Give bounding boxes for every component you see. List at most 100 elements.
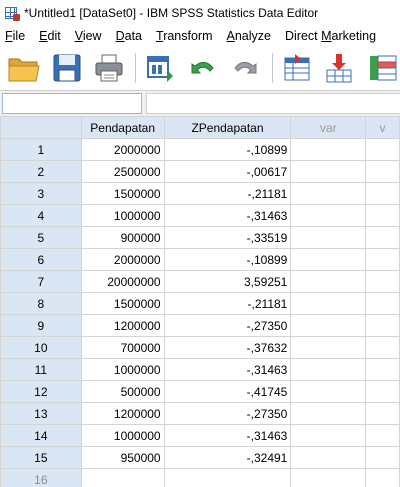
cell-var[interactable] bbox=[290, 248, 367, 271]
cell-pendapatan[interactable]: 1200000 bbox=[80, 402, 165, 425]
cell-var[interactable] bbox=[365, 424, 400, 447]
cell-var[interactable] bbox=[290, 314, 367, 337]
cell-pendapatan[interactable]: 2500000 bbox=[80, 160, 165, 183]
cell-zpendapatan[interactable]: -,27350 bbox=[163, 314, 292, 337]
recall-dialog-icon[interactable] bbox=[142, 49, 178, 87]
row-number[interactable]: 16 bbox=[0, 468, 82, 487]
cell-var[interactable] bbox=[365, 380, 400, 403]
grid-corner[interactable] bbox=[0, 116, 82, 139]
cell-var[interactable] bbox=[290, 226, 367, 249]
menu-data[interactable]: Data bbox=[111, 29, 151, 43]
cell-var[interactable] bbox=[365, 160, 400, 183]
cell-zpendapatan[interactable]: -,32491 bbox=[163, 446, 292, 469]
redo-icon[interactable] bbox=[227, 49, 263, 87]
goto-variable-icon[interactable] bbox=[321, 49, 357, 87]
cell-zpendapatan[interactable]: 3,59251 bbox=[163, 270, 292, 293]
cell-var[interactable] bbox=[365, 138, 400, 161]
cell-var[interactable] bbox=[290, 468, 367, 487]
cell-var[interactable] bbox=[365, 270, 400, 293]
row-number[interactable]: 6 bbox=[0, 248, 82, 271]
cell-pendapatan[interactable]: 1000000 bbox=[80, 424, 165, 447]
cell-var[interactable] bbox=[290, 380, 367, 403]
cell-var[interactable] bbox=[290, 138, 367, 161]
row-number[interactable]: 1 bbox=[0, 138, 82, 161]
cell-zpendapatan[interactable]: -,31463 bbox=[163, 204, 292, 227]
cell-zpendapatan[interactable]: -,31463 bbox=[163, 358, 292, 381]
cell-pendapatan[interactable]: 1200000 bbox=[80, 314, 165, 337]
cell-pendapatan[interactable]: 700000 bbox=[80, 336, 165, 359]
row-number[interactable]: 9 bbox=[0, 314, 82, 337]
row-number[interactable]: 4 bbox=[0, 204, 82, 227]
cell-pendapatan[interactable]: 1000000 bbox=[80, 204, 165, 227]
row-number[interactable]: 11 bbox=[0, 358, 82, 381]
cell-reference-box[interactable] bbox=[2, 93, 142, 114]
cell-var[interactable] bbox=[290, 336, 367, 359]
cell-var[interactable] bbox=[290, 424, 367, 447]
row-number[interactable]: 2 bbox=[0, 160, 82, 183]
cell-var[interactable] bbox=[290, 292, 367, 315]
cell-zpendapatan[interactable]: -,21181 bbox=[163, 292, 292, 315]
cell-pendapatan[interactable]: 2000000 bbox=[80, 248, 165, 271]
column-header-var[interactable]: var bbox=[290, 116, 367, 139]
cell-var[interactable] bbox=[290, 402, 367, 425]
cell-pendapatan[interactable]: 950000 bbox=[80, 446, 165, 469]
cell-zpendapatan[interactable]: -,00617 bbox=[163, 160, 292, 183]
goto-case-icon[interactable] bbox=[279, 49, 315, 87]
cell-zpendapatan[interactable]: -,10899 bbox=[163, 138, 292, 161]
save-icon[interactable] bbox=[48, 49, 84, 87]
row-number[interactable]: 3 bbox=[0, 182, 82, 205]
cell-pendapatan[interactable]: 900000 bbox=[80, 226, 165, 249]
cell-var[interactable] bbox=[290, 446, 367, 469]
cell-var[interactable] bbox=[365, 248, 400, 271]
column-header-pendapatan[interactable]: Pendapatan bbox=[80, 116, 165, 139]
cell-var[interactable] bbox=[290, 204, 367, 227]
column-header-zpendapatan[interactable]: ZPendapatan bbox=[163, 116, 292, 139]
cell-pendapatan[interactable]: 1500000 bbox=[80, 292, 165, 315]
cell-pendapatan[interactable]: 2000000 bbox=[80, 138, 165, 161]
row-number[interactable]: 8 bbox=[0, 292, 82, 315]
cell-var[interactable] bbox=[290, 270, 367, 293]
row-number[interactable]: 7 bbox=[0, 270, 82, 293]
row-number[interactable]: 13 bbox=[0, 402, 82, 425]
menu-view[interactable]: View bbox=[70, 29, 111, 43]
cell-zpendapatan[interactable]: -,10899 bbox=[163, 248, 292, 271]
cell-zpendapatan[interactable]: -,41745 bbox=[163, 380, 292, 403]
cell-zpendapatan[interactable]: -,21181 bbox=[163, 182, 292, 205]
menu-edit[interactable]: Edit bbox=[34, 29, 70, 43]
cell-var[interactable] bbox=[365, 336, 400, 359]
cell-var[interactable] bbox=[290, 182, 367, 205]
cell-zpendapatan[interactable] bbox=[163, 468, 292, 487]
cell-var[interactable] bbox=[365, 204, 400, 227]
open-folder-icon[interactable] bbox=[6, 49, 42, 87]
row-number[interactable]: 10 bbox=[0, 336, 82, 359]
column-header-var-partial[interactable]: v bbox=[365, 116, 400, 139]
cell-pendapatan[interactable] bbox=[80, 468, 165, 487]
cell-var[interactable] bbox=[365, 314, 400, 337]
cell-var[interactable] bbox=[290, 160, 367, 183]
cell-pendapatan[interactable]: 1500000 bbox=[80, 182, 165, 205]
cell-var[interactable] bbox=[365, 468, 400, 487]
cell-zpendapatan[interactable]: -,33519 bbox=[163, 226, 292, 249]
cell-var[interactable] bbox=[365, 226, 400, 249]
menu-analyze[interactable]: Analyze bbox=[222, 29, 280, 43]
cell-zpendapatan[interactable]: -,37632 bbox=[163, 336, 292, 359]
cell-var[interactable] bbox=[365, 446, 400, 469]
row-number[interactable]: 15 bbox=[0, 446, 82, 469]
cell-pendapatan[interactable]: 1000000 bbox=[80, 358, 165, 381]
row-number[interactable]: 5 bbox=[0, 226, 82, 249]
cell-var[interactable] bbox=[365, 358, 400, 381]
menu-direct-marketing[interactable]: Direct Marketing bbox=[280, 29, 385, 43]
cell-var[interactable] bbox=[365, 402, 400, 425]
cell-zpendapatan[interactable]: -,27350 bbox=[163, 402, 292, 425]
row-number[interactable]: 12 bbox=[0, 380, 82, 403]
cell-var[interactable] bbox=[365, 182, 400, 205]
cell-var[interactable] bbox=[365, 292, 400, 315]
menu-file[interactable]: File bbox=[0, 29, 34, 43]
row-number[interactable]: 14 bbox=[0, 424, 82, 447]
print-icon[interactable] bbox=[91, 49, 127, 87]
cell-value-editor[interactable] bbox=[146, 93, 400, 114]
undo-icon[interactable] bbox=[185, 49, 221, 87]
variables-icon[interactable] bbox=[364, 49, 400, 87]
cell-pendapatan[interactable]: 500000 bbox=[80, 380, 165, 403]
cell-zpendapatan[interactable]: -,31463 bbox=[163, 424, 292, 447]
